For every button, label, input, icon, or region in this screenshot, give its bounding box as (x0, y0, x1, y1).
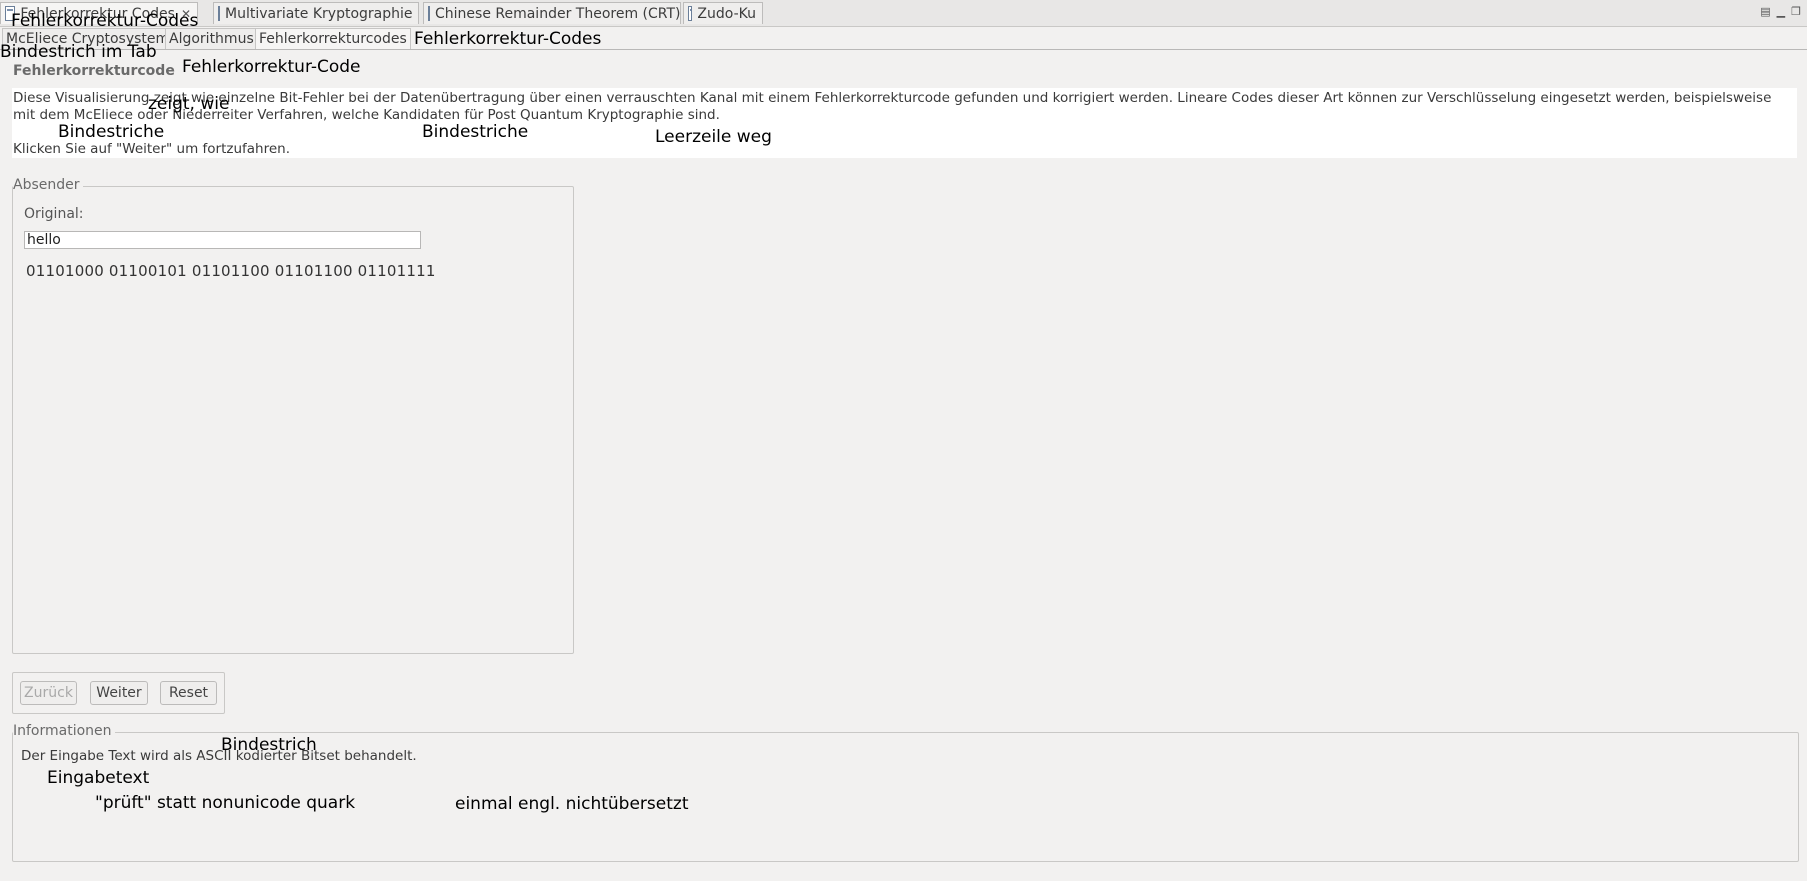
minimize-icon[interactable]: ▁ (1777, 5, 1785, 18)
annotation-label: "prüft" statt nonunicode quark (95, 793, 356, 813)
tab-algorithmus[interactable]: Algorithmus (165, 28, 258, 49)
view-menu-icon[interactable]: ▤ (1760, 5, 1770, 18)
window-controls: ▤ ▁ ❐ (1760, 5, 1801, 18)
puzzle-icon (688, 6, 693, 21)
annotation-label: Bindestriche (58, 122, 165, 142)
back-button[interactable]: Zurück (20, 681, 77, 705)
editor-tab-zudoku[interactable]: Zudo-Ku (683, 2, 763, 24)
editor-tab-label: Multivariate Kryptographie (225, 5, 413, 22)
tab-label: Fehlerkorrekturcodes (259, 31, 407, 47)
reset-button[interactable]: Reset (160, 681, 217, 705)
editor-tab-bar: Fehlerkorrektur Codes ✕ Multivariate Kry… (0, 0, 1807, 27)
info-text: Der Eingabe Text wird als ASCII kodierte… (21, 748, 417, 764)
annotation-label: Bindestrich (221, 735, 317, 755)
annotation-label: Fehlerkorrektur-Code (182, 57, 361, 77)
original-label: Original: (24, 206, 84, 222)
annotation-label: zeigt, wie (148, 94, 230, 114)
annotation-label: Eingabetext (47, 768, 150, 788)
editor-tab-crt[interactable]: Chinese Remainder Theorem (CRT) (423, 2, 681, 24)
document-icon (218, 6, 220, 21)
document-icon (428, 6, 430, 21)
editor-tab-label: Zudo-Ku (697, 5, 756, 22)
annotation-label: Bindestrich im Tab (0, 42, 157, 62)
maximize-icon[interactable]: ❐ (1791, 5, 1801, 18)
editor-tab-label: Chinese Remainder Theorem (CRT) (435, 5, 681, 22)
annotation-label: Leerzeile weg (655, 127, 772, 147)
info-group-title: Informationen (13, 723, 115, 739)
tab-fehlerkorrekturcodes[interactable]: Fehlerkorrekturcodes (255, 28, 411, 49)
annotation-label: einmal engl. nichtübersetzt (455, 794, 689, 814)
sender-group-title: Absender (13, 177, 83, 193)
next-button[interactable]: Weiter (90, 681, 148, 705)
description-text: Diese Visualisierung zeigt wie einzelne … (13, 90, 1772, 123)
sub-tab-bar: McEliece Cryptosystem Algorithmus Fehler… (0, 27, 1807, 50)
annotation-label: Fehlerkorrektur-Codes (414, 29, 602, 49)
bit-string: 01101000 01100101 01101100 01101100 0110… (26, 262, 436, 280)
sender-group (12, 186, 574, 654)
original-input[interactable] (24, 231, 421, 249)
editor-tab-multivariate[interactable]: Multivariate Kryptographie (213, 2, 419, 24)
tab-label: Algorithmus (169, 31, 254, 47)
annotation-label: Bindestriche (422, 122, 529, 142)
annotation-label: Fehlerkorrektur-Codes (11, 11, 199, 31)
description-cta: Klicken Sie auf "Weiter" um fortzufahren… (13, 141, 291, 157)
page-title: Fehlerkorrekturcode (13, 63, 175, 79)
